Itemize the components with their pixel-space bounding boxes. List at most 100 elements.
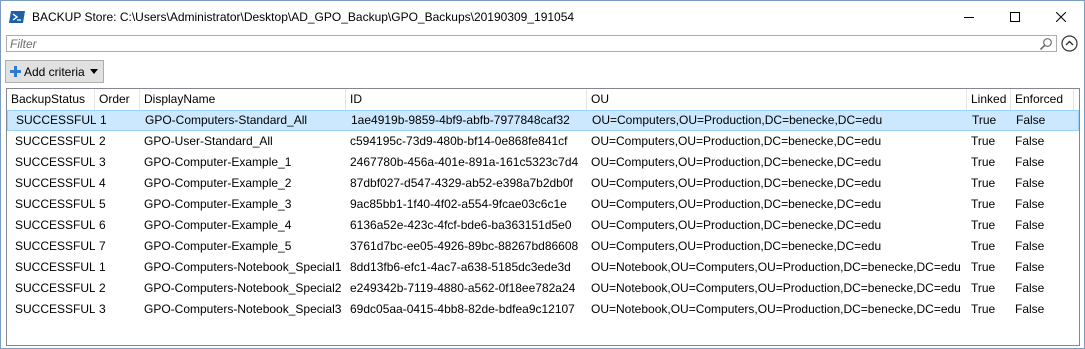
- table-row[interactable]: SUCCESSFUL 6 GPO-Computer-Example_4 6136a52…: [7, 215, 1079, 236]
- cell-ou: OU=Computers,OU=Production,DC=benecke,DC…: [591, 155, 882, 169]
- cell-backupstatus: SUCCESSFUL: [15, 281, 95, 295]
- column-header-id[interactable]: ID: [346, 89, 587, 110]
- cell-enforced: False: [1015, 176, 1045, 190]
- cell-enforced: False: [1015, 134, 1045, 148]
- collapse-criteria-icon[interactable]: [1060, 34, 1079, 53]
- cell-backupstatus: SUCCESSFUL: [15, 155, 95, 169]
- cell-backupstatus: SUCCESSFUL: [15, 218, 95, 232]
- cell-displayname: GPO-Computer-Example_3: [144, 197, 292, 211]
- cell-linked: True: [971, 260, 996, 274]
- table-row[interactable]: SUCCESSFUL 3 GPO-Computers-Notebook_Specia…: [7, 299, 1079, 320]
- cell-id: 9ac85bb1-1f40-4f02-a554-9fcae03c6c1e: [350, 197, 567, 211]
- cell-displayname: GPO-Computer-Example_4: [144, 218, 292, 232]
- cell-order: 2: [99, 134, 106, 148]
- cell-id: c594195c-73d9-480b-bf14-0e868fe841cf: [350, 134, 568, 148]
- table-row[interactable]: SUCCESSFUL 4 GPO-Computer-Example_2 87dbf02…: [7, 173, 1079, 194]
- minimize-icon: [964, 16, 974, 18]
- cell-displayname: GPO-Computer-Example_1: [144, 155, 292, 169]
- window-title: BACKUP Store: C:\Users\Administrator\Des…: [32, 10, 575, 24]
- cell-order: 6: [99, 218, 106, 232]
- cell-linked: True: [971, 176, 996, 190]
- table-row[interactable]: SUCCESSFUL 2 GPO-User-Standard_All c594195c…: [7, 131, 1079, 152]
- cell-backupstatus: SUCCESSFUL: [15, 239, 95, 253]
- cell-order: 4: [99, 176, 106, 190]
- cell-enforced: False: [1015, 281, 1045, 295]
- cell-enforced: False: [1016, 113, 1046, 127]
- cell-linked: True: [971, 302, 996, 316]
- add-criteria-button[interactable]: Add criteria: [5, 60, 104, 83]
- cell-linked: True: [971, 218, 996, 232]
- cell-enforced: False: [1015, 260, 1045, 274]
- maximize-icon: [1010, 11, 1020, 22]
- close-button[interactable]: [1038, 1, 1084, 32]
- cell-linked: True: [971, 197, 996, 211]
- cell-order: 5: [99, 197, 106, 211]
- cell-ou: OU=Notebook,OU=Computers,OU=Production,D…: [591, 260, 961, 274]
- chevron-down-icon: [90, 69, 98, 74]
- column-header-ou[interactable]: OU: [587, 89, 967, 110]
- cell-linked: True: [971, 134, 996, 148]
- title-bar[interactable]: BACKUP Store: C:\Users\Administrator\Des…: [1, 1, 1084, 32]
- column-header-displayname[interactable]: DisplayName: [140, 89, 346, 110]
- cell-id: 69dc05aa-0415-4bb8-82de-bdfea9c12107: [350, 302, 575, 316]
- cell-id: 2467780b-456a-401e-891a-161c5323c7d4: [350, 155, 579, 169]
- cell-order: 1: [100, 113, 107, 127]
- cell-displayname: GPO-Computers-Notebook_Special2: [144, 281, 342, 295]
- powershell-icon: [9, 11, 25, 23]
- table-row[interactable]: SUCCESSFUL 2 GPO-Computers-Notebook_Specia…: [7, 278, 1079, 299]
- cell-backupstatus: SUCCESSFUL: [15, 134, 95, 148]
- cell-ou: OU=Computers,OU=Production,DC=benecke,DC…: [591, 176, 882, 190]
- maximize-button[interactable]: [992, 1, 1038, 32]
- cell-ou: OU=Notebook,OU=Computers,OU=Production,D…: [591, 302, 961, 316]
- column-header-linked[interactable]: Linked: [967, 89, 1011, 110]
- results-grid[interactable]: BackupStatus Order DisplayName ID OU Lin…: [6, 88, 1080, 346]
- cell-order: 1: [99, 260, 106, 274]
- cell-linked: True: [972, 113, 997, 127]
- column-header-backupstatus[interactable]: BackupStatus: [7, 89, 95, 110]
- cell-backupstatus: SUCCESSFUL: [16, 113, 96, 127]
- cell-id: 8dd13fb6-efc1-4ac7-a638-5185dc3ede3d: [350, 260, 571, 274]
- cell-id: 87dbf027-d547-4329-ab52-e398a7b2db0f: [350, 176, 573, 190]
- table-row[interactable]: SUCCESSFUL 7 GPO-Computer-Example_5 3761d7b…: [7, 236, 1079, 257]
- filter-box: [6, 35, 1057, 52]
- search-icon[interactable]: [1039, 37, 1053, 51]
- cell-backupstatus: SUCCESSFUL: [15, 260, 95, 274]
- cell-displayname: GPO-Computer-Example_2: [144, 176, 292, 190]
- cell-ou: OU=Computers,OU=Production,DC=benecke,DC…: [591, 239, 882, 253]
- table-row[interactable]: SUCCESSFUL 3 GPO-Computer-Example_1 2467780…: [7, 152, 1079, 173]
- cell-displayname: GPO-User-Standard_All: [144, 134, 273, 148]
- cell-displayname: GPO-Computers-Notebook_Special1: [144, 260, 342, 274]
- cell-ou: OU=Computers,OU=Production,DC=benecke,DC…: [591, 218, 882, 232]
- grid-header: BackupStatus Order DisplayName ID OU Lin…: [7, 89, 1079, 110]
- cell-backupstatus: SUCCESSFUL: [15, 176, 95, 190]
- table-row[interactable]: SUCCESSFUL 1 GPO-Computers-Standard_All 1ae…: [7, 110, 1079, 131]
- cell-linked: True: [971, 239, 996, 253]
- cell-enforced: False: [1015, 197, 1045, 211]
- table-row[interactable]: SUCCESSFUL 1 GPO-Computers-Notebook_Specia…: [7, 257, 1079, 278]
- cell-backupstatus: SUCCESSFUL: [15, 197, 95, 211]
- cell-ou: OU=Notebook,OU=Computers,OU=Production,D…: [591, 281, 961, 295]
- cell-id: 3761d7bc-ee05-4926-89bc-88267bd86608: [350, 239, 579, 253]
- column-header-order[interactable]: Order: [95, 89, 140, 110]
- cell-enforced: False: [1015, 302, 1045, 316]
- cell-order: 7: [99, 239, 106, 253]
- cell-id: 1ae4919b-9859-4bf9-abfb-7977848caf32: [351, 113, 570, 127]
- cell-id: 6136a52e-423c-4fcf-bde6-ba363151d5e0: [350, 218, 572, 232]
- column-header-enforced[interactable]: Enforced: [1011, 89, 1074, 110]
- cell-displayname: GPO-Computer-Example_5: [144, 239, 292, 253]
- cell-ou: OU=Computers,OU=Production,DC=benecke,DC…: [592, 113, 883, 127]
- cell-linked: True: [971, 155, 996, 169]
- out-gridview-window: BACKUP Store: C:\Users\Administrator\Des…: [0, 0, 1085, 349]
- cell-order: 2: [99, 281, 106, 295]
- cell-order: 3: [99, 155, 106, 169]
- cell-displayname: GPO-Computers-Notebook_Special3: [144, 302, 342, 316]
- cell-id: e249342b-7119-4880-a562-0f18ee782a24: [350, 281, 576, 295]
- cell-backupstatus: SUCCESSFUL: [15, 302, 95, 316]
- filter-input[interactable]: [10, 37, 1030, 50]
- table-row[interactable]: SUCCESSFUL 5 GPO-Computer-Example_3 9ac85bb…: [7, 194, 1079, 215]
- cell-enforced: False: [1015, 239, 1045, 253]
- cell-ou: OU=Computers,OU=Production,DC=benecke,DC…: [591, 134, 882, 148]
- add-criteria-label: Add criteria: [24, 65, 85, 79]
- minimize-button[interactable]: [946, 1, 992, 32]
- cell-linked: True: [971, 281, 996, 295]
